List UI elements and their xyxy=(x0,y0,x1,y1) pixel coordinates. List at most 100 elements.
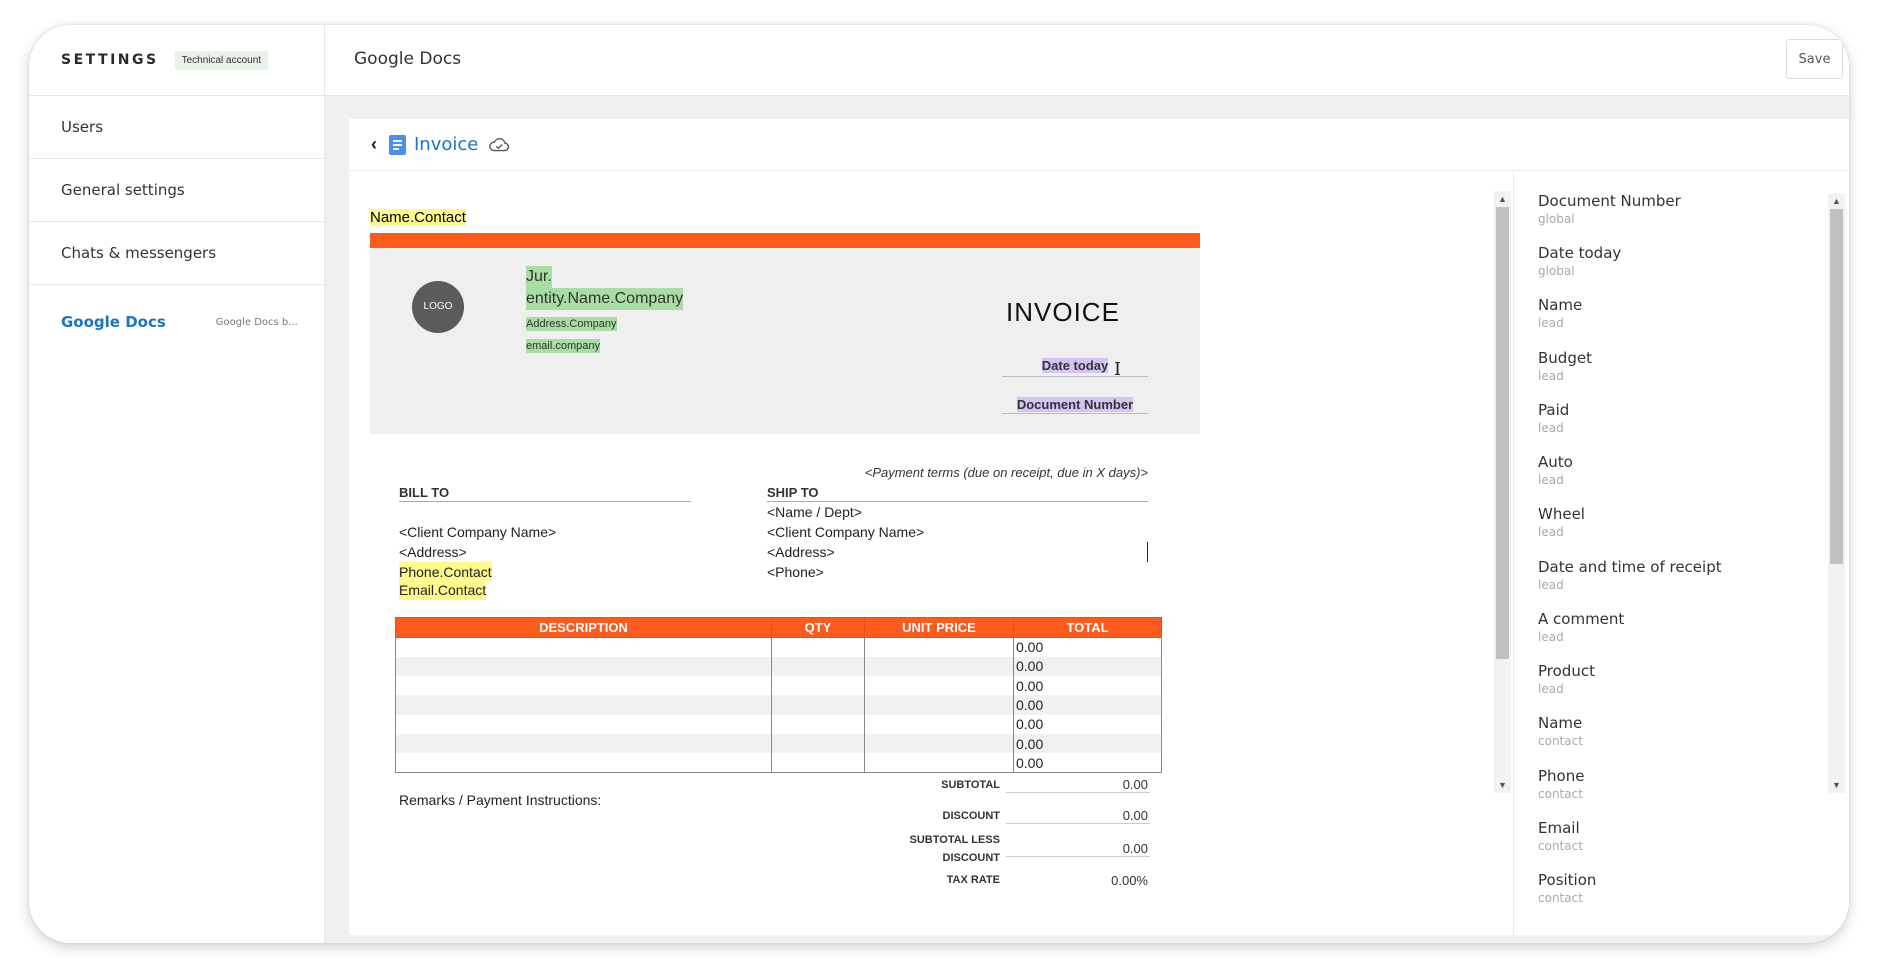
sidebar-item-users[interactable]: Users xyxy=(29,96,324,159)
table-row: 0.00 xyxy=(395,656,1162,677)
document-panel: ‹ Invoice Name.Contact LOGO Jur. entity.… xyxy=(349,119,1849,935)
logo-placeholder: LOGO xyxy=(412,281,464,333)
row-total: 0.00 xyxy=(1013,637,1162,657)
save-button[interactable]: Save xyxy=(1786,39,1843,79)
ship-to-company: <Client Company Name> xyxy=(767,524,925,540)
sidebar-item-sublabel: Google Docs b... xyxy=(215,316,298,328)
bill-to-phone: Phone.Contact xyxy=(399,562,492,582)
company-jur: Jur. xyxy=(526,266,552,288)
field-item[interactable]: Budget lead xyxy=(1538,348,1592,384)
app-window: SETTINGS Technical account Users General… xyxy=(29,25,1849,943)
field-item[interactable]: Date today global xyxy=(1538,243,1621,279)
document-preview[interactable]: Name.Contact LOGO Jur. entity.Name.Compa… xyxy=(349,171,1513,935)
field-item[interactable]: A comment lead xyxy=(1538,609,1624,645)
row-total: 0.00 xyxy=(1013,714,1162,734)
field-item[interactable]: Name contact xyxy=(1538,713,1583,749)
field-item[interactable]: Product lead xyxy=(1538,661,1595,697)
field-item[interactable]: Phone contact xyxy=(1538,766,1584,802)
sidebar-item-label: Google Docs xyxy=(61,313,166,331)
page-title: Google Docs xyxy=(354,49,462,69)
bill-to-heading: BILL TO xyxy=(399,485,691,502)
sidebar-item-label: General settings xyxy=(61,181,185,199)
company-address: Address.Company xyxy=(526,317,617,331)
company-email: email.company xyxy=(526,339,600,353)
sidebar-header: SETTINGS Technical account xyxy=(29,25,324,96)
main-content: ‹ Invoice Name.Contact LOGO Jur. entity.… xyxy=(325,96,1849,943)
invoice-items-table: DESCRIPTION QTY UNIT PRICE TOTAL 0.00 0.… xyxy=(395,617,1162,774)
back-arrow-icon[interactable]: ‹ xyxy=(371,134,377,155)
bill-to-address: <Address> xyxy=(399,544,467,560)
invoice-document: Name.Contact LOGO Jur. entity.Name.Compa… xyxy=(370,209,1200,888)
field-item[interactable]: Paid lead xyxy=(1538,400,1569,436)
table-header-row: DESCRIPTION QTY UNIT PRICE TOTAL xyxy=(395,617,1162,638)
contact-name-field: Name.Contact xyxy=(370,209,466,226)
scroll-up-icon: ▲ xyxy=(1832,196,1841,206)
table-row: 0.00 xyxy=(395,714,1162,734)
sidebar-item-label: Users xyxy=(61,118,104,136)
google-doc-icon xyxy=(389,134,406,155)
table-row: 0.00 xyxy=(395,676,1162,696)
field-item[interactable]: Wheel lead xyxy=(1538,504,1585,540)
sidebar-item-label: Chats & messengers xyxy=(61,244,217,262)
invoice-header: LOGO Jur. entity.Name.Company Address.Co… xyxy=(370,248,1200,434)
row-total: 0.00 xyxy=(1013,656,1162,677)
ship-to-phone: <Phone> xyxy=(767,564,824,580)
document-scrollbar[interactable]: ▲ ▼ xyxy=(1494,191,1511,793)
remarks-label: Remarks / Payment Instructions: xyxy=(399,792,602,808)
subtotal-row: SUBTOTAL 0.00 xyxy=(941,777,1150,793)
row-total: 0.00 xyxy=(1013,695,1162,715)
invoice-date: Date today xyxy=(1002,358,1148,377)
invoice-banner-bar xyxy=(370,233,1200,248)
field-item[interactable]: Email contact xyxy=(1538,818,1583,854)
sidebar-item-google-docs[interactable]: Google Docs Google Docs b... xyxy=(29,285,324,359)
scroll-down-icon: ▼ xyxy=(1832,780,1841,790)
invoice-title: INVOICE xyxy=(1006,297,1120,327)
scroll-up-icon: ▲ xyxy=(1498,194,1507,204)
field-item[interactable]: Position contact xyxy=(1538,870,1596,906)
col-unit-price: UNIT PRICE xyxy=(864,617,1014,638)
col-qty: QTY xyxy=(771,617,865,638)
top-bar: Google Docs Save xyxy=(325,25,1849,96)
field-list: Document Number global Date today global N… xyxy=(1513,171,1849,935)
field-item[interactable]: Document Number global xyxy=(1538,191,1681,227)
col-total: TOTAL xyxy=(1013,617,1162,638)
company-block: Jur. entity.Name.Company Address.Company… xyxy=(526,266,684,354)
discount-row: DISCOUNT 0.00 xyxy=(942,808,1150,824)
account-badge: Technical account xyxy=(174,50,269,70)
row-total: 0.00 xyxy=(1013,733,1162,754)
field-item[interactable]: Auto lead xyxy=(1538,452,1573,488)
i-beam-cursor-icon: I xyxy=(1114,359,1122,380)
cloud-check-icon xyxy=(489,137,510,151)
field-list-scrollbar[interactable]: ▲ ▼ xyxy=(1828,193,1845,793)
scrollbar-thumb xyxy=(1496,207,1509,659)
field-item[interactable]: Date and time of receipt lead xyxy=(1538,557,1722,593)
document-title[interactable]: Invoice xyxy=(414,134,478,155)
payment-terms: <Payment terms (due on receipt, due in X… xyxy=(864,465,1148,480)
company-name: entity.Name.Company xyxy=(526,288,684,310)
ship-to-block: SHIP TO <Name / Dept> <Client Company Na… xyxy=(767,485,1148,582)
tax-rate-row: TAX RATE 0.00% xyxy=(946,872,1148,888)
ship-to-name: <Name / Dept> xyxy=(767,504,862,520)
sidebar-item-general-settings[interactable]: General settings xyxy=(29,159,324,222)
bill-to-email: Email.Contact xyxy=(399,580,487,600)
table-row: 0.00 xyxy=(395,695,1162,715)
subtotal-less-discount-row: SUBTOTAL LESS DISCOUNT 0.00 xyxy=(909,834,1150,864)
table-row: 0.00 xyxy=(395,733,1162,754)
text-caret xyxy=(1147,542,1148,562)
ship-to-address: <Address> xyxy=(767,544,835,560)
sidebar: SETTINGS Technical account Users General… xyxy=(29,25,325,943)
field-item[interactable]: Name lead xyxy=(1538,295,1582,331)
sidebar-item-chats-messengers[interactable]: Chats & messengers xyxy=(29,222,324,285)
settings-title: SETTINGS xyxy=(61,52,159,68)
document-header: ‹ Invoice xyxy=(349,119,1849,171)
scroll-down-icon: ▼ xyxy=(1498,780,1507,790)
totals-block: SUBTOTAL 0.00 DISCOUNT 0.00 SUBTOTAL LES… xyxy=(830,769,1150,893)
ship-to-heading: SHIP TO xyxy=(767,485,1148,502)
scrollbar-thumb xyxy=(1830,209,1843,564)
bill-to-block: BILL TO <Client Company Name> <Address> … xyxy=(399,485,691,600)
row-total: 0.00 xyxy=(1013,676,1162,696)
invoice-document-number: Document Number xyxy=(1002,397,1148,414)
bill-to-company: <Client Company Name> xyxy=(399,524,557,540)
col-description: DESCRIPTION xyxy=(395,617,772,638)
table-row: 0.00 xyxy=(395,637,1162,657)
